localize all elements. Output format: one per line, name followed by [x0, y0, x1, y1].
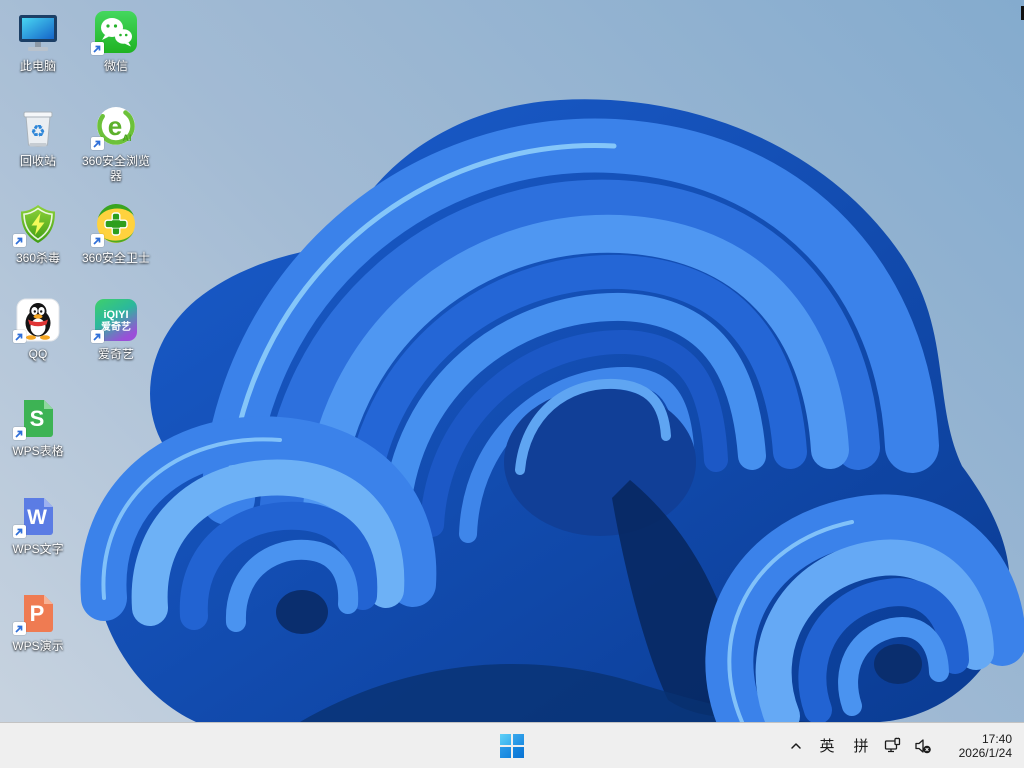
desktop-icon-label: 回收站 — [19, 154, 56, 168]
wps-spreadsheet-icon: S — [13, 393, 62, 441]
iqiyi-cn-wordmark: 爱奇艺 — [101, 320, 131, 333]
wps-writer-letter: W — [27, 506, 47, 529]
taskbar: 英 拼 17:40 2026/1/24 — [0, 722, 1024, 768]
windows-logo-icon — [500, 733, 524, 758]
360-browser-icon: e AI — [91, 103, 140, 151]
desktop-icon-wps-spreadsheet[interactable]: S WPS表格 — [0, 393, 76, 459]
desktop-icon-label: 微信 — [103, 59, 128, 73]
browser-ai-badge: AI — [123, 133, 132, 143]
360-safe-guard-icon — [91, 200, 140, 248]
tray-chevron-up-icon[interactable] — [782, 728, 810, 764]
desktop-icon-label: 此电脑 — [19, 59, 56, 73]
this-pc-icon — [14, 8, 62, 56]
desktop-icon-label: WPS演示 — [12, 639, 64, 653]
shortcut-arrow-icon — [91, 330, 104, 343]
wps-writer-icon: W — [13, 491, 62, 539]
shortcut-arrow-icon — [91, 42, 104, 55]
iqiyi-icon: iQIYI 爱奇艺 — [91, 296, 140, 344]
360-antivirus-icon — [13, 200, 62, 248]
wps-sheet-letter: S — [30, 406, 45, 431]
recycle-bin-icon: ♻ — [14, 103, 62, 151]
browser-letter: e — [108, 111, 122, 141]
qq-icon — [13, 296, 62, 344]
start-button[interactable] — [492, 727, 532, 765]
ime-language-indicator[interactable]: 英 — [810, 728, 844, 764]
shortcut-arrow-icon — [91, 137, 104, 150]
shortcut-arrow-icon — [13, 525, 26, 538]
desktop-icon-qq[interactable]: QQ — [0, 296, 76, 362]
desktop-icon-wps-presentation[interactable]: P WPS演示 — [0, 588, 76, 654]
ime-mode-indicator[interactable]: 拼 — [844, 728, 878, 764]
desktop-icon-label: 360安全卫士 — [81, 251, 151, 265]
shortcut-arrow-icon — [13, 622, 26, 635]
clock-time: 17:40 — [981, 731, 1012, 746]
desktop-icon-recycle-bin[interactable]: ♻ 回收站 — [0, 103, 76, 169]
desktop-icon-label: 360安全浏览器 — [81, 154, 151, 183]
iqiyi-wordmark: iQIYI — [103, 309, 128, 321]
desktop-icon-wps-writer[interactable]: W WPS文字 — [0, 491, 76, 557]
desktop-icon-label: WPS表格 — [12, 444, 64, 458]
desktop-icon-360-safe-guard[interactable]: 360安全卫士 — [78, 200, 154, 266]
clock-date: 2026/1/24 — [958, 745, 1012, 760]
desktop-icon-360-antivirus[interactable]: 360杀毒 — [0, 200, 76, 266]
volume-muted-icon[interactable] — [908, 728, 938, 764]
shortcut-arrow-icon — [13, 330, 26, 343]
shortcut-arrow-icon — [91, 234, 104, 247]
network-ethernet-icon[interactable] — [878, 728, 908, 764]
desktop-icon-label: WPS文字 — [12, 542, 64, 556]
desktop-icon-label: QQ — [28, 347, 48, 361]
desktop-icon-360-browser[interactable]: e AI 360安全浏览器 — [78, 103, 154, 184]
desktop-icon-label: 爱奇艺 — [97, 347, 134, 361]
recycle-glyph: ♻ — [30, 122, 45, 141]
desktop-icon-iqiyi[interactable]: iQIYI 爱奇艺 爱奇艺 — [78, 296, 154, 362]
shortcut-arrow-icon — [13, 234, 26, 247]
wechat-icon — [91, 8, 140, 56]
desktop-icon-label: 360杀毒 — [15, 251, 61, 265]
desktop-icon-wechat[interactable]: 微信 — [78, 8, 154, 74]
wps-show-letter: P — [30, 601, 45, 626]
desktop-icon-this-pc[interactable]: 此电脑 — [0, 8, 76, 74]
wps-presentation-icon: P — [13, 588, 62, 636]
taskbar-clock[interactable]: 17:40 2026/1/24 — [938, 728, 1014, 764]
shortcut-arrow-icon — [13, 427, 26, 440]
system-tray: 英 拼 17:40 2026/1/24 — [782, 723, 1014, 768]
